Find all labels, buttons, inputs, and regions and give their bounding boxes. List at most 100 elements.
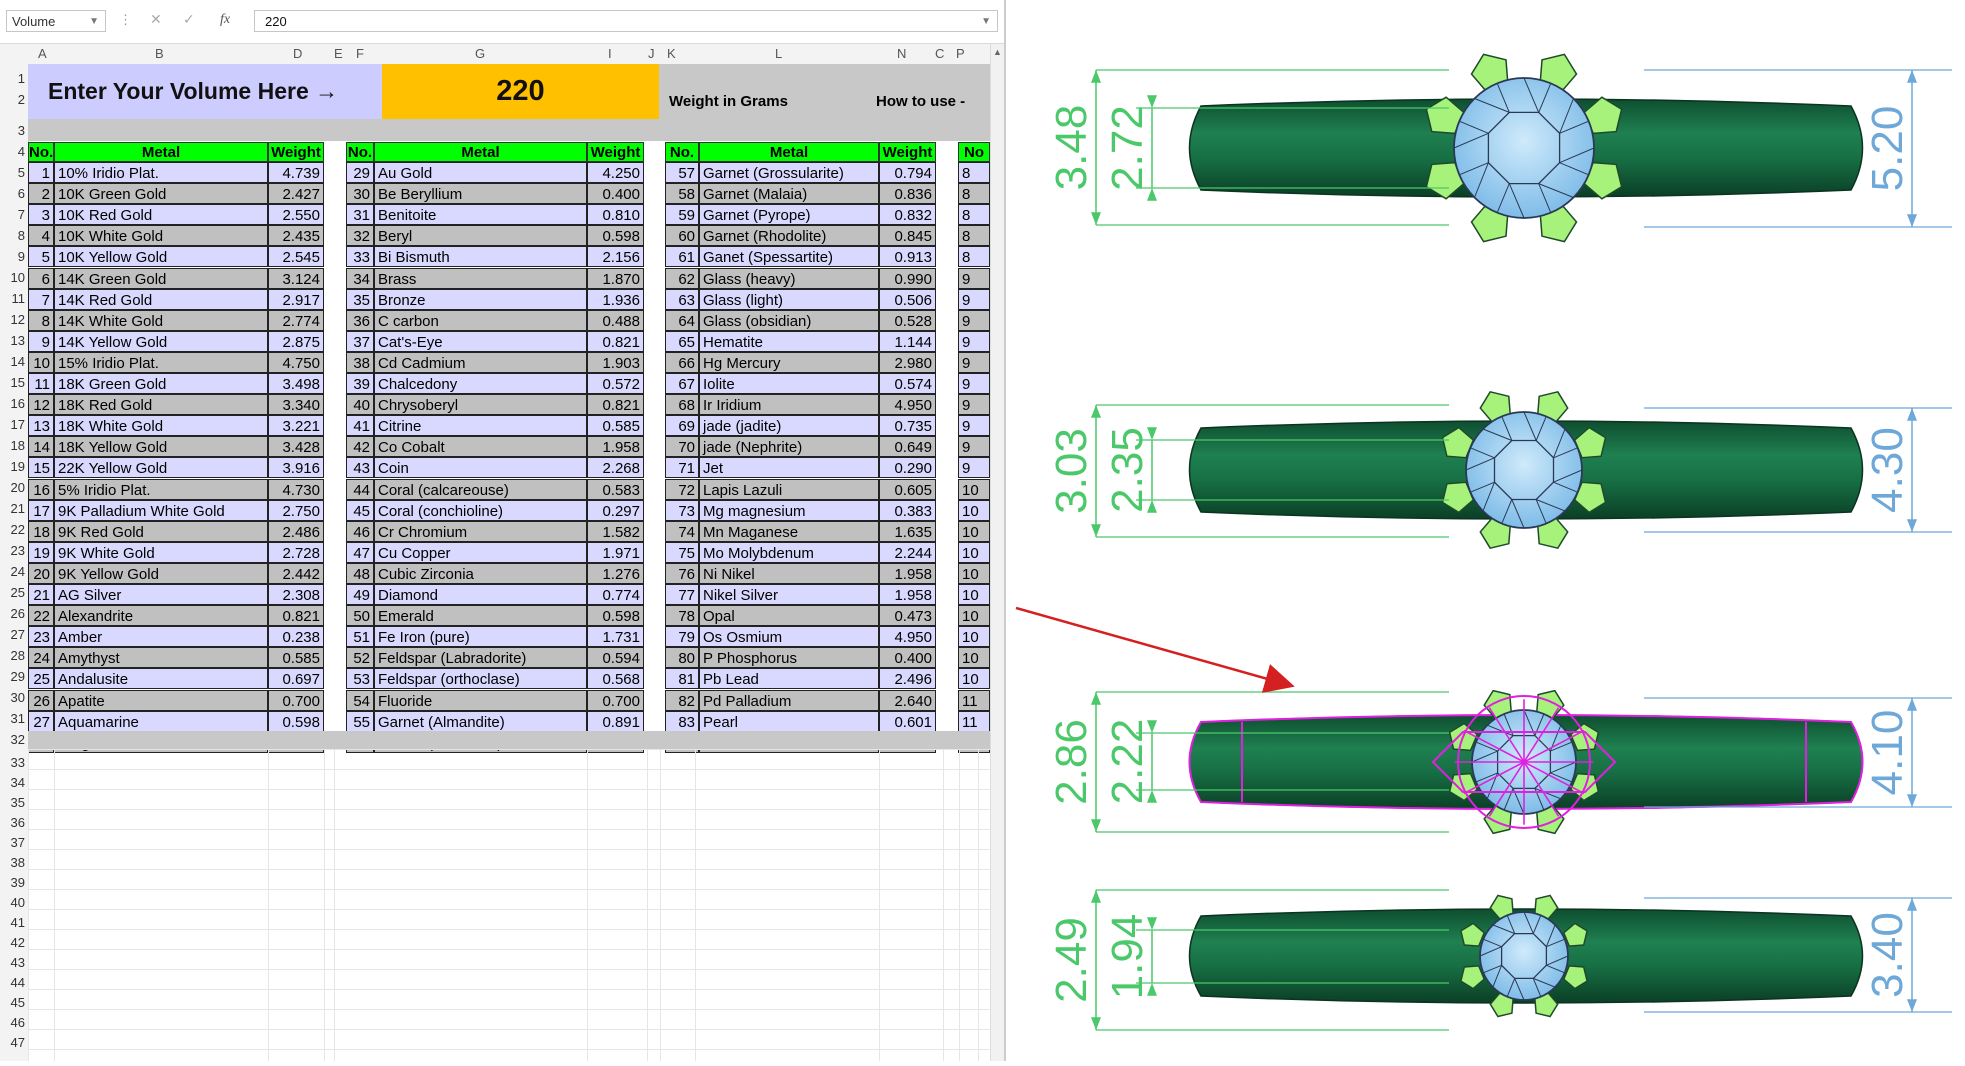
table-cell-weight[interactable]: 2.917 — [268, 288, 324, 310]
table-cell-no-partial[interactable]: 10 — [958, 605, 990, 627]
table-cell-metal[interactable]: Jet — [699, 457, 879, 479]
row-number[interactable]: 33 — [0, 752, 25, 773]
row-number[interactable]: 17 — [0, 414, 25, 435]
table-cell-no-partial[interactable]: 9 — [958, 267, 990, 289]
table-cell-metal[interactable]: Mn Maganese — [699, 520, 879, 542]
table-cell-no[interactable]: 35 — [346, 288, 374, 310]
scroll-up-icon[interactable]: ▲ — [993, 47, 1002, 57]
table-cell-metal[interactable]: Benitoite — [374, 204, 587, 226]
table-cell-no[interactable]: 37 — [346, 330, 374, 352]
table-cell-weight[interactable]: 0.585 — [587, 415, 644, 437]
table-cell-metal[interactable]: Brass — [374, 267, 587, 289]
table-cell-weight[interactable]: 3.340 — [268, 394, 324, 416]
row-number[interactable]: 5 — [0, 162, 25, 183]
row-number[interactable]: 21 — [0, 498, 25, 519]
table-cell-weight[interactable]: 2.486 — [268, 520, 324, 542]
table-cell-no[interactable]: 19 — [28, 541, 54, 563]
row-number[interactable]: 29 — [0, 666, 25, 687]
row-number[interactable]: 9 — [0, 246, 25, 267]
row-number[interactable]: 37 — [0, 832, 25, 853]
table-cell-metal[interactable]: Garnet (Grossularite) — [699, 162, 879, 183]
table-cell-no-partial[interactable]: 10 — [958, 668, 990, 690]
table-cell-no[interactable]: 23 — [28, 626, 54, 648]
table-cell-metal[interactable]: Glass (heavy) — [699, 267, 879, 289]
table-cell-metal[interactable]: Mg magnesium — [699, 499, 879, 521]
table-cell-metal[interactable]: 18K White Gold — [54, 415, 268, 437]
table-cell-no[interactable]: 41 — [346, 415, 374, 437]
table-cell-no[interactable]: 10 — [28, 351, 54, 373]
column-header-g[interactable]: G — [475, 46, 485, 61]
table-cell-no[interactable]: 72 — [665, 478, 699, 500]
table-cell-no[interactable]: 26 — [28, 689, 54, 711]
table-cell-weight[interactable]: 0.794 — [879, 162, 936, 183]
table-cell-no-partial[interactable]: 11 — [958, 710, 990, 732]
table-cell-weight[interactable]: 1.635 — [879, 520, 936, 542]
table-cell-no[interactable]: 6 — [28, 267, 54, 289]
formula-bar-drag-handle[interactable]: ⋮ — [119, 12, 132, 28]
table-cell-weight[interactable]: 0.735 — [879, 415, 936, 437]
table-cell-metal[interactable]: Chrysoberyl — [374, 394, 587, 416]
volume-input-cell[interactable]: 220 — [382, 64, 659, 119]
column-header-l[interactable]: L — [775, 46, 782, 61]
table-cell-weight[interactable]: 3.916 — [268, 457, 324, 479]
table-cell-weight[interactable]: 2.980 — [879, 351, 936, 373]
table-cell-no[interactable]: 73 — [665, 499, 699, 521]
table-cell-metal[interactable]: 18K Yellow Gold — [54, 436, 268, 458]
table-cell-no[interactable]: 81 — [665, 668, 699, 690]
table-cell-no[interactable]: 31 — [346, 204, 374, 226]
table-cell-no[interactable]: 69 — [665, 415, 699, 437]
table-cell-weight[interactable]: 4.250 — [587, 162, 644, 183]
table-cell-weight[interactable]: 0.572 — [587, 373, 644, 394]
table-cell-no[interactable]: 38 — [346, 351, 374, 373]
table-cell-weight[interactable]: 0.598 — [587, 225, 644, 247]
table-cell-weight[interactable]: 2.774 — [268, 309, 324, 331]
volume-prompt-cell[interactable]: Enter Your Volume Here → — [28, 64, 383, 119]
table-cell-weight[interactable]: 0.845 — [879, 225, 936, 247]
header-no-partial[interactable]: No — [958, 142, 990, 162]
table-cell-no[interactable]: 22 — [28, 605, 54, 627]
table-cell-weight[interactable]: 2.427 — [268, 183, 324, 205]
row-number[interactable]: 41 — [0, 912, 25, 933]
table-cell-no[interactable]: 55 — [346, 710, 374, 732]
table-cell-no-partial[interactable]: 9 — [958, 373, 990, 394]
table-cell-metal[interactable]: Glass (obsidian) — [699, 309, 879, 331]
table-cell-metal[interactable]: Nikel Silver — [699, 584, 879, 605]
row-number[interactable]: 3 — [0, 120, 25, 141]
table-cell-weight[interactable]: 0.528 — [879, 309, 936, 331]
table-cell-metal[interactable]: Feldspar (orthoclase) — [374, 668, 587, 690]
table-cell-weight[interactable]: 2.308 — [268, 584, 324, 605]
column-header-b[interactable]: B — [155, 46, 164, 61]
header-no[interactable]: No. — [665, 142, 699, 162]
table-cell-weight[interactable]: 2.728 — [268, 541, 324, 563]
table-cell-metal[interactable]: 14K Yellow Gold — [54, 330, 268, 352]
table-cell-metal[interactable]: Cd Cadmium — [374, 351, 587, 373]
row-number[interactable]: 11 — [0, 288, 26, 309]
row-number[interactable]: 27 — [0, 624, 25, 645]
table-cell-no[interactable]: 45 — [346, 499, 374, 521]
table-cell-metal[interactable]: 14K Red Gold — [54, 288, 268, 310]
table-cell-metal[interactable]: 9K Red Gold — [54, 520, 268, 542]
table-cell-metal[interactable]: Garnet (Rhodolite) — [699, 225, 879, 247]
row-number[interactable]: 14 — [0, 351, 25, 372]
table-cell-no[interactable]: 5 — [28, 246, 54, 268]
table-cell-no[interactable]: 29 — [346, 162, 374, 183]
table-cell-weight[interactable]: 0.601 — [879, 710, 936, 732]
table-cell-metal[interactable]: Alexandrite — [54, 605, 268, 627]
row-number[interactable]: 16 — [0, 393, 25, 414]
chevron-down-icon[interactable]: ▼ — [89, 11, 99, 33]
table-cell-no[interactable]: 58 — [665, 183, 699, 205]
table-cell-weight[interactable]: 1.870 — [587, 267, 644, 289]
table-cell-metal[interactable]: 9K Yellow Gold — [54, 562, 268, 584]
table-cell-metal[interactable]: Iolite — [699, 373, 879, 394]
table-cell-metal[interactable]: Emerald — [374, 605, 587, 627]
row-number[interactable]: 1 — [0, 68, 25, 89]
table-cell-metal[interactable]: Cubic Zirconia — [374, 562, 587, 584]
table-cell-weight[interactable]: 0.891 — [587, 710, 644, 732]
column-header-d[interactable]: D — [293, 46, 302, 61]
table-cell-metal[interactable]: Diamond — [374, 584, 587, 605]
table-cell-metal[interactable]: jade (jadite) — [699, 415, 879, 437]
table-cell-no-partial[interactable]: 8 — [958, 246, 990, 268]
table-cell-no[interactable]: 74 — [665, 520, 699, 542]
table-cell-no-partial[interactable]: 8 — [958, 162, 990, 183]
table-cell-no[interactable]: 57 — [665, 162, 699, 183]
